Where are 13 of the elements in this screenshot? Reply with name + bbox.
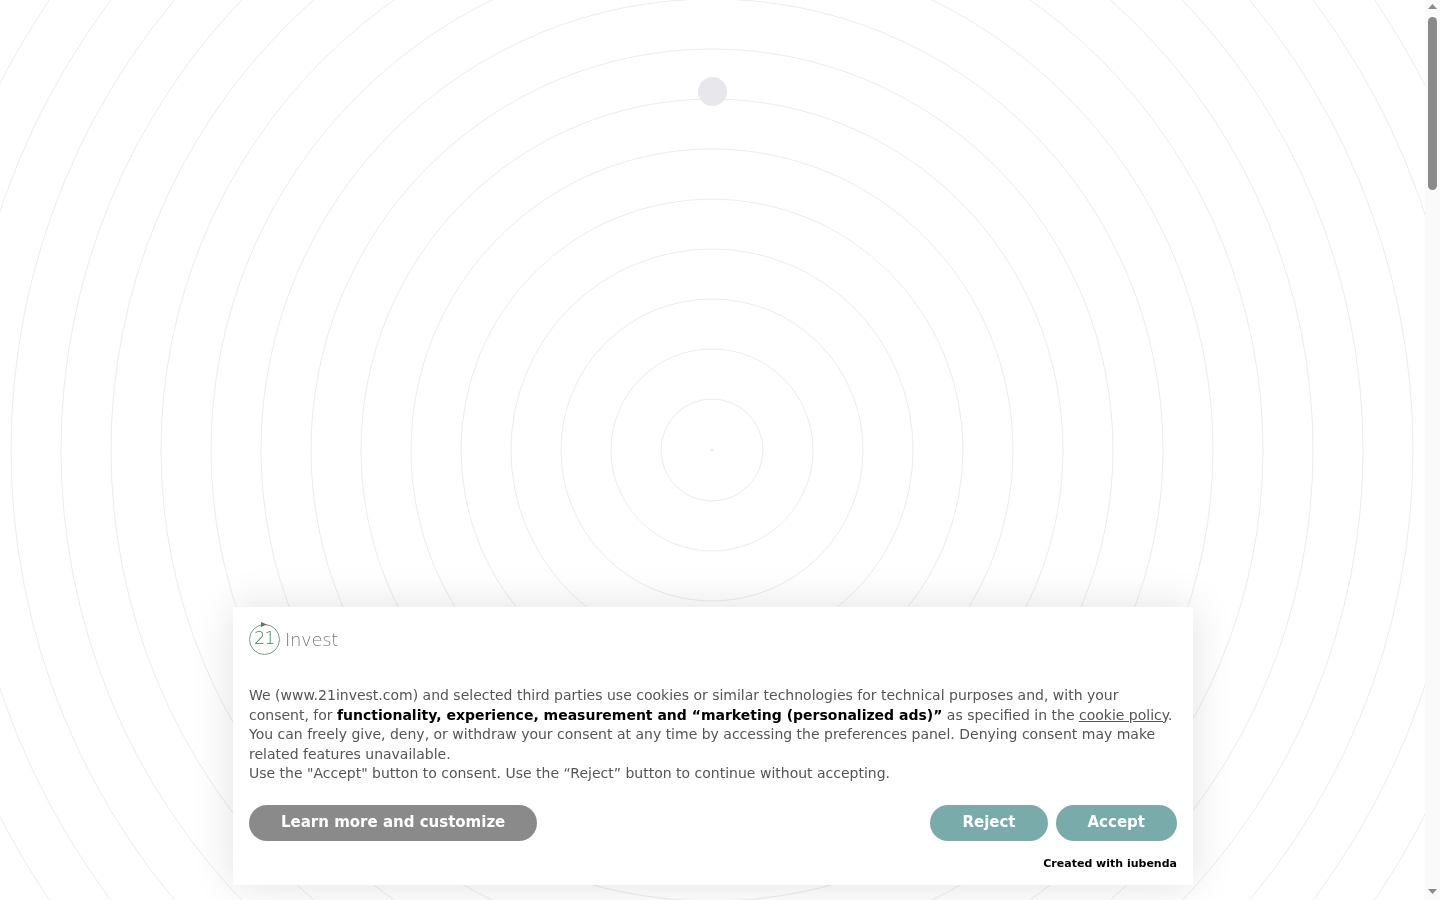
consent-text: We (www.21invest.com) and selected third parties use cookies or similar technologies for technical purposes and, with your consent, for functionality, experience, measurement and “marketing (personalized ads)” as specified in the cookie policy. <box>249 686 1174 725</box>
consent-text: Use the "Accept" button to consent. Use the “Reject” button to continue without accepting. <box>249 764 892 783</box>
up-arrow-icon[interactable] <box>1428 4 1437 9</box>
logo-name: Invest <box>285 627 339 652</box>
consent-button[interactable]: Reject <box>930 804 1048 841</box>
scrollbar-thumb[interactable] <box>1428 17 1437 190</box>
iubenda-link[interactable]: Created with iubenda <box>1043 856 1177 871</box>
consent-button[interactable]: Accept <box>1055 804 1177 841</box>
consent-text: You can freely give, deny, or withdraw your consent at any time by accessing the preferences panel. Denying consent may make related features unavailable. <box>249 725 1157 764</box>
down-arrow-icon[interactable] <box>1428 889 1437 894</box>
customize-button[interactable]: Learn more and customize <box>249 804 538 841</box>
arrowhead-icon <box>261 621 267 627</box>
scrollbar-track[interactable] <box>1425 0 1440 900</box>
